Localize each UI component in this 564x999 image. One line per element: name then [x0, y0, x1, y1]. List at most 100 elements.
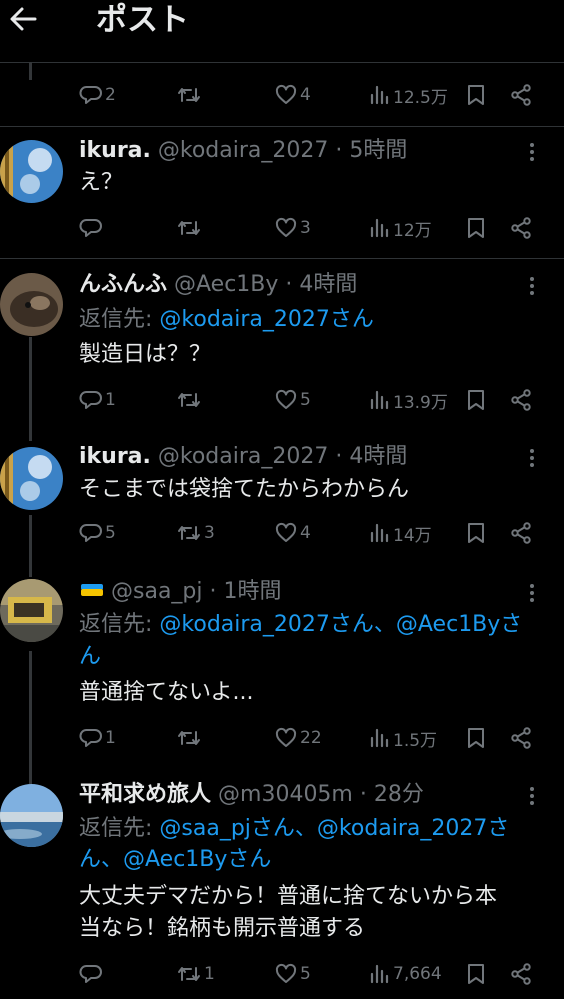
like-button[interactable]: 3	[274, 213, 311, 243]
more-icon[interactable]	[522, 139, 542, 165]
repost-count: 3	[204, 523, 215, 543]
repost-button[interactable]	[176, 385, 204, 415]
thread-line	[29, 651, 32, 778]
timestamp[interactable]: 4時間	[349, 444, 407, 469]
views-button[interactable]: 1.5万	[367, 723, 437, 753]
reply-button[interactable]: 1	[79, 723, 116, 753]
action-bar: 1 5 7,664	[0, 959, 564, 989]
mention-link[interactable]: @saa_pjさん、@kodaira_2027さ	[159, 816, 509, 841]
bookmark-button[interactable]	[465, 385, 487, 415]
mention-link[interactable]: ん、@Aec1Byさん	[79, 844, 271, 876]
like-button[interactable]: 22	[274, 723, 322, 753]
more-icon[interactable]	[522, 273, 542, 299]
repost-icon	[178, 731, 200, 745]
display-name[interactable]: ikura.	[79, 138, 151, 163]
separator-dot: ·	[359, 782, 367, 807]
action-bar: 3 12万	[0, 213, 564, 243]
mention-link[interactable]: @kodaira_2027さん	[159, 307, 374, 332]
share-icon	[511, 84, 531, 106]
repost-button[interactable]	[176, 80, 204, 110]
post-3[interactable]: ikura. @kodaira_2027 · 4時間 そこまでは袋捨てたからわか…	[0, 435, 564, 571]
views-button[interactable]: 14万	[367, 518, 432, 548]
like-count: 4	[300, 85, 311, 105]
views-button[interactable]: 12.5万	[367, 80, 448, 110]
mention-link[interactable]: @kodaira_2027さん、@Aec1Byさ	[159, 612, 522, 637]
timestamp[interactable]: 1時間	[224, 579, 282, 604]
post-text: 普通捨てないよ...	[79, 680, 254, 705]
views-button[interactable]: 12万	[367, 213, 432, 243]
post-1[interactable]: ikura. @kodaira_2027 · 5時間 え？ 3 12万	[0, 127, 564, 259]
like-button[interactable]: 5	[274, 385, 311, 415]
share-button[interactable]	[509, 385, 533, 415]
like-count: 3	[300, 218, 311, 238]
like-button[interactable]: 4	[274, 518, 311, 548]
separator-dot: ·	[209, 579, 217, 604]
reply-button[interactable]	[79, 959, 105, 989]
like-button[interactable]: 4	[274, 80, 311, 110]
bookmark-icon	[468, 523, 484, 543]
bookmark-button[interactable]	[465, 518, 487, 548]
reply-button[interactable]: 2	[79, 80, 116, 110]
views-icon	[370, 85, 389, 105]
like-count: 5	[300, 390, 311, 410]
reply-icon	[79, 965, 102, 983]
bookmark-button[interactable]	[465, 723, 487, 753]
repost-icon	[178, 967, 200, 981]
reply-icon	[79, 219, 102, 237]
thread-line	[29, 571, 32, 577]
user-handle[interactable]: @kodaira_2027	[158, 444, 329, 469]
like-count: 4	[300, 523, 311, 543]
share-icon	[511, 727, 531, 749]
reply-button[interactable]: 5	[79, 518, 116, 548]
views-button[interactable]: 13.9万	[367, 385, 448, 415]
display-name[interactable]: んふんふ	[79, 272, 167, 297]
display-name[interactable]: ikura.	[79, 444, 151, 469]
share-button[interactable]	[509, 518, 533, 548]
share-button[interactable]	[509, 723, 533, 753]
timestamp[interactable]: 28分	[374, 782, 424, 807]
more-icon[interactable]	[522, 580, 542, 606]
repost-button[interactable]	[176, 213, 204, 243]
more-icon[interactable]	[522, 445, 542, 471]
views-button[interactable]: 7,664	[367, 959, 442, 989]
reply-to-label: 返信先:	[79, 612, 160, 637]
thread-line	[29, 435, 32, 441]
repost-button[interactable]: 3	[176, 518, 215, 548]
bookmark-icon	[468, 85, 484, 105]
action-bar: 5 3 4 14万	[0, 518, 564, 548]
post-4[interactable]: @saa_pj · 1時間 返信先: @kodaira_2027さん、@Aec1…	[0, 571, 564, 778]
post-5[interactable]: 平和求め旅人 @m30405m · 28分 返信先: @saa_pjさん、@ko…	[0, 778, 564, 999]
user-handle[interactable]: @kodaira_2027	[158, 138, 329, 163]
repost-button[interactable]: 1	[176, 959, 215, 989]
post-2[interactable]: んふんふ @Aec1By · 4時間 返信先: @kodaira_2027さん …	[0, 259, 564, 435]
reply-count: 1	[105, 390, 116, 410]
share-button[interactable]	[509, 213, 533, 243]
avatar[interactable]	[0, 447, 63, 510]
timestamp[interactable]: 5時間	[349, 138, 407, 163]
more-icon[interactable]	[522, 783, 542, 809]
like-button[interactable]: 5	[274, 959, 311, 989]
reply-button[interactable]: 1	[79, 385, 116, 415]
user-handle[interactable]: @saa_pj	[111, 579, 203, 604]
user-handle[interactable]: @Aec1By	[174, 272, 278, 297]
bookmark-button[interactable]	[465, 213, 487, 243]
post-text: え？	[79, 170, 124, 195]
back-arrow-icon[interactable]	[8, 4, 38, 34]
display-name[interactable]: 平和求め旅人	[79, 782, 211, 807]
separator-dot: ·	[285, 272, 293, 297]
user-handle[interactable]: @m30405m	[218, 782, 353, 807]
avatar[interactable]	[0, 579, 63, 642]
share-button[interactable]	[509, 959, 533, 989]
bookmark-button[interactable]	[465, 959, 487, 989]
mention-link[interactable]: ん	[79, 641, 101, 673]
timestamp[interactable]: 4時間	[299, 272, 357, 297]
reply-button[interactable]	[79, 213, 105, 243]
bookmark-button[interactable]	[465, 80, 487, 110]
action-bar: 1 22 1.5万	[0, 723, 564, 753]
avatar[interactable]	[0, 273, 63, 336]
share-button[interactable]	[509, 80, 533, 110]
avatar[interactable]	[0, 140, 63, 203]
repost-button[interactable]	[176, 723, 204, 753]
post-header: @saa_pj · 1時間	[79, 578, 282, 606]
avatar[interactable]	[0, 784, 63, 847]
